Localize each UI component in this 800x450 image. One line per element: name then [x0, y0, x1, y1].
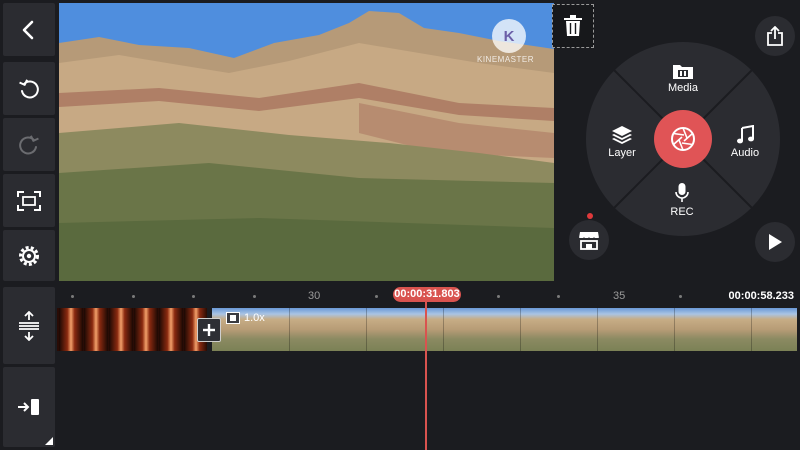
clip-thumbnail: [84, 308, 108, 351]
music-note-icon: [737, 125, 754, 144]
layer-label: Layer: [608, 147, 636, 159]
frame-separator: [597, 308, 598, 351]
film-icon: [226, 312, 240, 324]
clip-thumbnail: [59, 308, 83, 351]
layer-button[interactable]: Layer: [600, 125, 644, 159]
frame-separator: [751, 308, 752, 351]
clip-thumbnail: [109, 308, 133, 351]
camera-shutter-icon: [671, 127, 695, 151]
media-label: Media: [668, 82, 698, 94]
microphone-icon: [675, 183, 689, 202]
clip-thumbnail: [134, 308, 158, 351]
corner-resize-handle[interactable]: [45, 437, 53, 445]
ruler-tick: [253, 295, 256, 298]
play-button[interactable]: [755, 222, 795, 262]
video-clip-landscape[interactable]: [212, 308, 797, 351]
total-duration: 00:00:58.233: [728, 290, 794, 302]
media-icon: [673, 65, 693, 79]
frame-separator: [289, 308, 290, 351]
video-preview[interactable]: K KINEMASTER: [59, 3, 554, 281]
frame-separator: [674, 308, 675, 351]
watermark-text: KINEMASTER: [477, 55, 535, 64]
clip-thumbnail: [159, 308, 183, 351]
clip-speed-badge: 1.0x: [226, 312, 265, 324]
fullscreen-icon: [17, 190, 41, 211]
redo-icon: [19, 134, 39, 154]
ruler-tick: [557, 295, 560, 298]
asset-store-button[interactable]: [569, 220, 609, 260]
frame-separator: [520, 308, 521, 351]
layer-icon: [612, 126, 632, 144]
plus-icon: [203, 324, 215, 336]
speed-label: 1.0x: [244, 312, 265, 324]
undo-icon: [19, 78, 39, 98]
settings-button[interactable]: [3, 230, 55, 281]
ruler-tick: [71, 295, 74, 298]
ruler-tick: [679, 295, 682, 298]
audio-button[interactable]: Audio: [724, 125, 766, 159]
kinemaster-logo: K: [492, 19, 526, 53]
trash-icon: [564, 15, 582, 36]
ruler-tick: [375, 295, 378, 298]
timeline-expand-button[interactable]: [3, 287, 55, 364]
rec-button[interactable]: REC: [662, 182, 702, 218]
frame-separator: [443, 308, 444, 351]
capture-button[interactable]: [654, 110, 712, 168]
play-icon: [769, 234, 782, 250]
playhead-time[interactable]: 00:00:31.803: [393, 287, 461, 302]
expand-vertical-icon: [19, 310, 39, 341]
back-button[interactable]: [3, 3, 55, 56]
undo-button[interactable]: [3, 62, 55, 115]
chevron-left-icon: [22, 20, 34, 39]
ruler-tick: [192, 295, 195, 298]
audio-label: Audio: [730, 147, 760, 159]
exit-icon: [18, 399, 39, 415]
ruler-label: 35: [613, 290, 626, 302]
notification-dot: [587, 213, 593, 219]
playhead-line[interactable]: [425, 300, 427, 450]
exit-timeline-button[interactable]: [3, 367, 55, 447]
ruler-tick: [497, 295, 500, 298]
gear-icon: [19, 245, 39, 266]
video-clip-fire[interactable]: [57, 308, 207, 351]
add-transition-button[interactable]: [197, 318, 221, 342]
media-button[interactable]: Media: [660, 62, 706, 94]
store-icon: [578, 232, 600, 250]
landscape-image: [59, 3, 554, 281]
redo-button[interactable]: [3, 118, 55, 171]
ruler-tick: [132, 295, 135, 298]
rec-label: REC: [670, 206, 694, 218]
fullscreen-button[interactable]: [3, 174, 55, 227]
frame-separator: [366, 308, 367, 351]
ruler-label: 30: [308, 290, 321, 302]
